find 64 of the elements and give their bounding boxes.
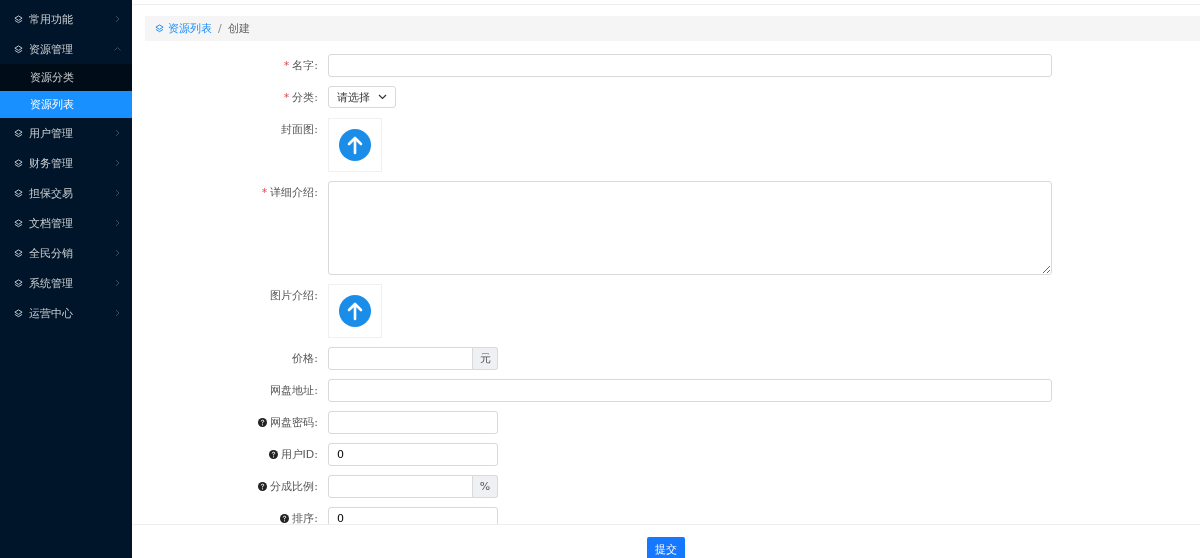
menu-item[interactable]: 文档管理 xyxy=(0,208,132,238)
menu-item[interactable]: 财务管理 xyxy=(0,148,132,178)
submenu-item[interactable]: 资源分类 xyxy=(0,64,132,91)
menu-item[interactable]: 用户管理 xyxy=(0,118,132,148)
field-label: 名字: xyxy=(292,58,318,73)
chevron-icon xyxy=(115,129,120,137)
field-label: 价格: xyxy=(292,351,318,366)
layers-icon xyxy=(155,24,164,33)
menu-item[interactable]: 资源管理 xyxy=(0,34,132,64)
chevron-down-icon xyxy=(378,94,387,100)
input-field[interactable] xyxy=(328,379,1052,402)
help-icon[interactable] xyxy=(280,514,290,523)
field-label: 详细介绍: xyxy=(270,185,318,200)
field-label: 分类: xyxy=(292,90,318,105)
breadcrumb-current: 创建 xyxy=(227,21,250,36)
textarea-field[interactable] xyxy=(328,181,1052,275)
layers-icon xyxy=(14,44,23,54)
layers-icon xyxy=(14,128,23,138)
menu-item[interactable]: 全民分销 xyxy=(0,238,132,268)
chevron-icon xyxy=(115,219,120,227)
field-label: 封面图: xyxy=(281,122,318,137)
chevron-icon xyxy=(115,189,120,197)
field-label: 排序: xyxy=(292,511,318,524)
layers-icon xyxy=(14,14,23,24)
input-addon: 元 xyxy=(473,347,498,370)
required-mark: * xyxy=(261,186,268,199)
upload-icon xyxy=(339,129,371,161)
upload-box[interactable] xyxy=(328,118,382,172)
required-mark: * xyxy=(283,59,290,72)
field-label: 图片介绍: xyxy=(270,288,318,303)
field-label: 网盘地址: xyxy=(270,383,318,398)
upload-icon xyxy=(339,295,371,327)
input-addon: % xyxy=(473,475,498,498)
breadcrumb-separator: / xyxy=(218,22,222,35)
input-field[interactable]: 0 xyxy=(328,443,498,466)
layers-icon xyxy=(14,248,23,258)
required-mark: * xyxy=(283,91,290,104)
submit-button[interactable]: 提交 xyxy=(647,537,685,558)
help-icon[interactable] xyxy=(268,450,278,459)
chevron-icon xyxy=(115,15,120,23)
menu-item[interactable]: 担保交易 xyxy=(0,178,132,208)
layers-icon xyxy=(14,218,23,228)
layers-icon xyxy=(14,158,23,168)
chevron-icon xyxy=(115,159,120,167)
layers-icon xyxy=(14,308,23,318)
field-label: 用户ID: xyxy=(280,447,318,462)
help-icon[interactable] xyxy=(258,418,268,427)
input-field[interactable] xyxy=(328,411,498,434)
chevron-icon xyxy=(113,46,122,52)
layers-icon xyxy=(14,188,23,198)
chevron-icon xyxy=(115,309,120,317)
chevron-icon xyxy=(115,249,120,257)
field-label: 网盘密码: xyxy=(270,415,318,430)
select-field[interactable]: 请选择 xyxy=(328,86,396,108)
help-icon[interactable] xyxy=(258,482,268,491)
input-field[interactable]: 0 xyxy=(328,507,498,524)
upload-box[interactable] xyxy=(328,284,382,338)
menu-item[interactable]: 运营中心 xyxy=(0,298,132,328)
chevron-icon xyxy=(115,279,120,287)
layers-icon xyxy=(14,278,23,288)
field-label: 分成比例: xyxy=(270,479,318,494)
menu-item[interactable]: 系统管理 xyxy=(0,268,132,298)
menu-item[interactable]: 常用功能 xyxy=(0,4,132,34)
input-field[interactable] xyxy=(328,54,1052,77)
